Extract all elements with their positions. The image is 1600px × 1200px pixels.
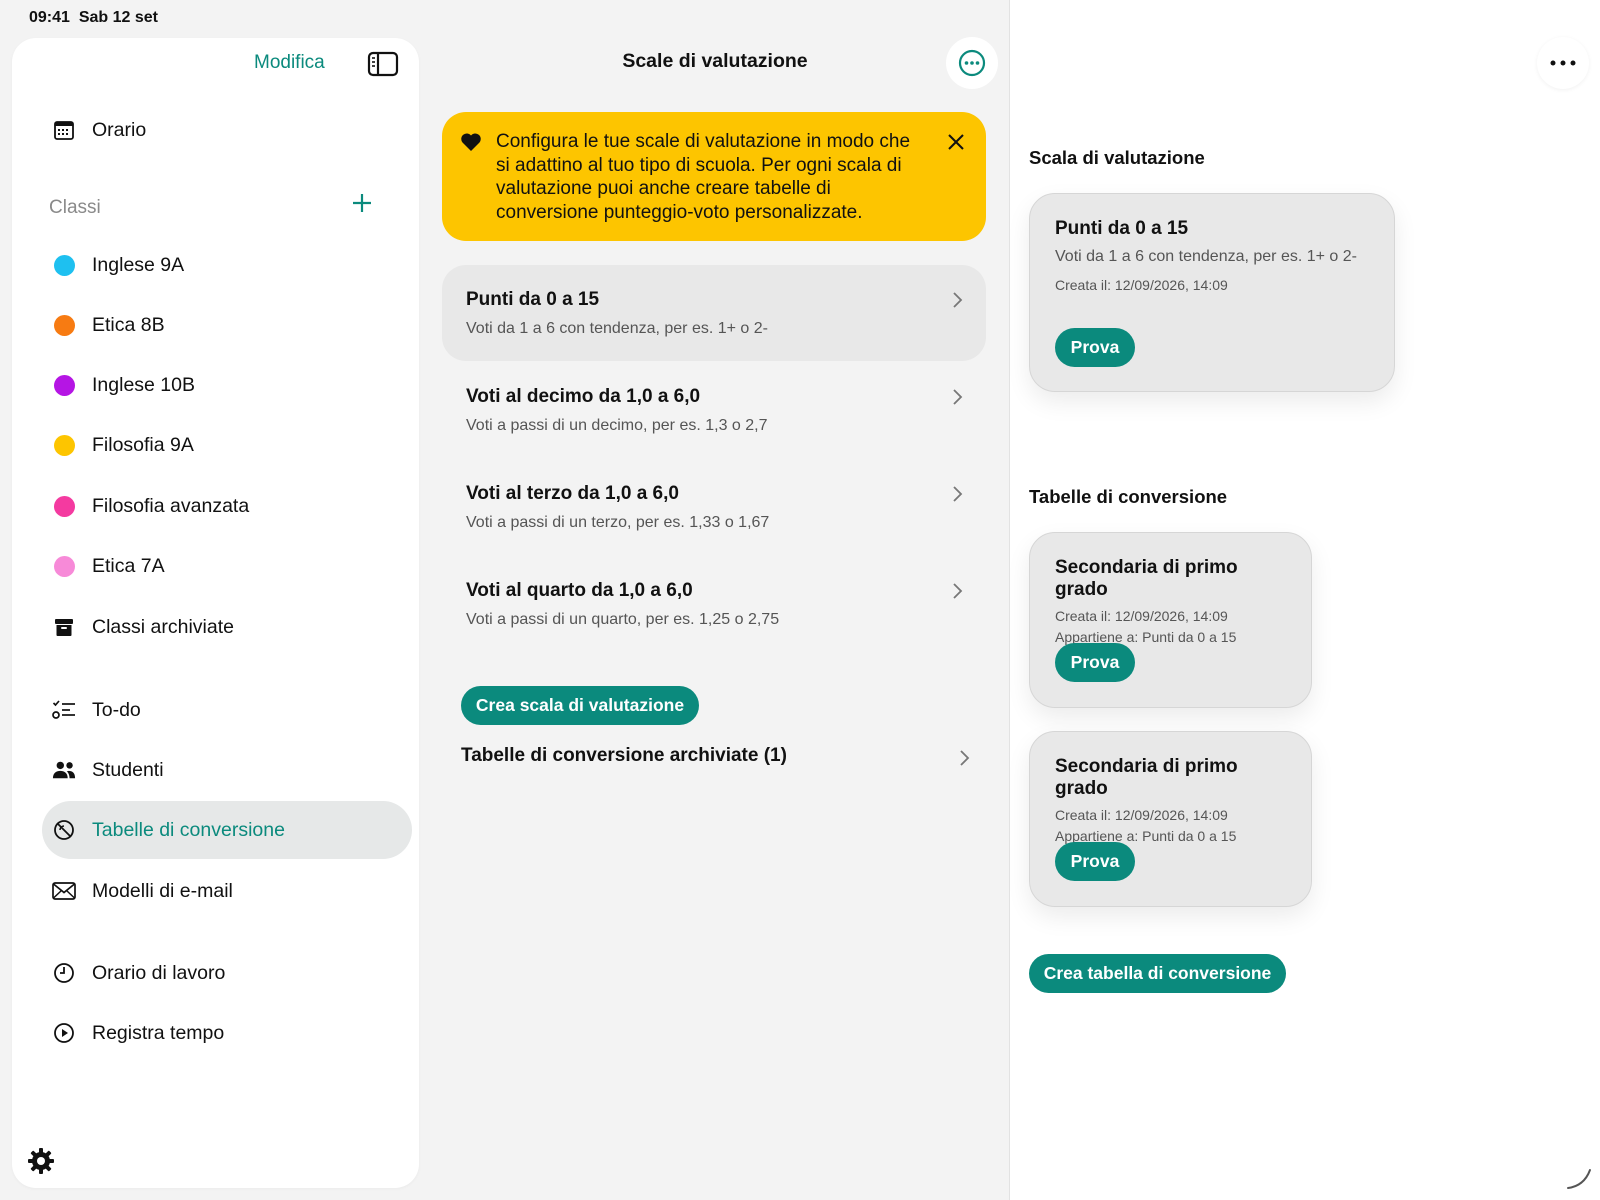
try-button[interactable]: Prova	[1055, 842, 1135, 881]
sidebar-item-class[interactable]: Filosofia avanzata	[42, 477, 412, 535]
chevron-right-icon	[953, 292, 963, 308]
chevron-right-icon	[953, 583, 963, 599]
resize-handle-icon[interactable]	[1564, 1162, 1594, 1192]
sidebar-item-label: Etica 7A	[92, 554, 165, 577]
card-created: Creata il: 12/09/2026, 14:09	[1055, 807, 1228, 823]
card-created: Creata il: 12/09/2026, 14:09	[1055, 608, 1228, 624]
class-color-dot	[54, 254, 75, 276]
card-created: Creata il: 12/09/2026, 14:09	[1055, 277, 1228, 293]
card-title: Secondaria di primo grado	[1055, 756, 1238, 799]
ellipsis-icon	[1550, 60, 1576, 66]
scale-section-header: Scala di valutazione	[1029, 147, 1205, 168]
people-icon	[52, 758, 76, 782]
scale-list-item[interactable]: Punti da 0 a 15 Voti da 1 a 6 con tenden…	[442, 265, 986, 361]
sidebar-item-class[interactable]: Etica 8B	[42, 296, 412, 354]
ellipsis-circle-icon	[958, 49, 986, 77]
checklist-icon	[52, 698, 76, 722]
more-options-button[interactable]	[946, 37, 998, 89]
sidebar-item-label: Studenti	[92, 758, 164, 781]
sidebar-item-email-templates[interactable]: Modelli di e-mail	[42, 862, 412, 920]
scale-subtitle: Voti a passi di un terzo, per es. 1,33 o…	[466, 514, 770, 531]
scale-title: Voti al terzo da 1,0 a 6,0	[466, 483, 679, 504]
sidebar-item-label: Inglese 10B	[92, 373, 195, 396]
classes-section-header: Classi	[49, 197, 101, 218]
card-title: Punti da 0 a 15	[1055, 218, 1189, 239]
scale-list-item[interactable]: Voti al terzo da 1,0 a 6,0 Voti a passi …	[442, 459, 986, 555]
class-color-dot	[54, 374, 75, 396]
sidebar-item-label: Filosofia 9A	[92, 433, 194, 456]
chevron-right-icon	[953, 486, 963, 502]
settings-gear-icon[interactable]	[26, 1146, 56, 1176]
card-title: Secondaria di primo grado	[1055, 557, 1238, 600]
pane-divider	[1009, 0, 1010, 1200]
class-color-dot	[54, 495, 75, 517]
add-class-icon[interactable]	[349, 190, 375, 216]
detail-more-button[interactable]	[1537, 37, 1589, 89]
sidebar-item-track-time[interactable]: Registra tempo	[42, 1004, 412, 1062]
banner-text: Configura le tue scale di valutazione in…	[496, 131, 911, 223]
class-color-dot	[54, 434, 75, 456]
close-icon[interactable]	[946, 132, 966, 152]
sidebar-item-work-hours[interactable]: Orario di lavoro	[42, 944, 412, 1002]
scale-title: Voti al decimo da 1,0 a 6,0	[466, 386, 701, 407]
sidebar-item-class[interactable]: Inglese 10B	[42, 356, 412, 414]
sidebar-item-class[interactable]: Inglese 9A	[42, 236, 412, 294]
no-symbol-icon	[52, 818, 76, 842]
play-circle-icon	[52, 1021, 76, 1045]
scale-subtitle: Voti a passi di un decimo, per es. 1,3 o…	[466, 417, 768, 434]
sidebar-item-label: Orario	[92, 118, 147, 141]
try-button[interactable]: Prova	[1055, 328, 1135, 367]
sidebar-item-todo[interactable]: To-do	[42, 681, 412, 739]
scale-list-item[interactable]: Voti al decimo da 1,0 a 6,0 Voti a passi…	[442, 362, 986, 458]
tables-section-header: Tabelle di conversione	[1029, 486, 1228, 507]
calendar-icon	[52, 118, 76, 142]
archived-tables-label: Tabelle di conversione archiviate (1)	[461, 745, 787, 766]
sidebar-item-schedule[interactable]: Orario	[42, 101, 412, 159]
sidebar-item-label: To-do	[92, 698, 141, 721]
scale-subtitle: Voti a passi di un quarto, per es. 1,25 …	[466, 611, 780, 628]
clock-icon	[52, 961, 76, 985]
scale-title: Voti al quarto da 1,0 a 6,0	[466, 580, 693, 601]
sidebar-item-label: Tabelle di conversione	[92, 818, 285, 841]
edit-button[interactable]: Modifica	[254, 52, 325, 74]
class-color-dot	[54, 555, 75, 577]
try-button[interactable]: Prova	[1055, 643, 1135, 682]
sidebar-item-label: Filosofia avanzata	[92, 494, 250, 517]
sidebar-item-label: Registra tempo	[92, 1021, 225, 1044]
conversion-table-card: Secondaria di primo grado Creata il: 12/…	[1029, 532, 1312, 708]
class-color-dot	[54, 314, 75, 336]
scale-detail-card: Punti da 0 a 15 Voti da 1 a 6 con tenden…	[1029, 193, 1395, 392]
sidebar-item-label: Etica 8B	[92, 313, 165, 336]
archive-box-icon	[52, 615, 76, 639]
envelope-icon	[52, 879, 76, 903]
status-time: 09:41 Sab 12 set	[29, 9, 158, 26]
chevron-right-icon	[953, 389, 963, 405]
create-scale-button[interactable]: Crea scala di valutazione	[461, 686, 699, 725]
sidebar-toggle-icon[interactable]	[367, 50, 399, 78]
sidebar-item-label: Modelli di e-mail	[92, 879, 233, 902]
sidebar-item-conversion-tables[interactable]: Tabelle di conversione	[42, 801, 412, 859]
sidebar-item-class[interactable]: Filosofia 9A	[42, 416, 412, 474]
scale-list-item[interactable]: Voti al quarto da 1,0 a 6,0 Voti a passi…	[442, 556, 986, 652]
sidebar-item-label: Classi archiviate	[92, 615, 234, 638]
archived-tables-link[interactable]: Tabelle di conversione archiviate (1)	[461, 745, 971, 767]
card-subtitle: Voti da 1 a 6 con tendenza, per es. 1+ o…	[1055, 248, 1357, 265]
sidebar-item-class[interactable]: Etica 7A	[42, 537, 412, 595]
sidebar-item-label: Orario di lavoro	[92, 961, 226, 984]
scale-title: Punti da 0 a 15	[466, 289, 600, 310]
conversion-table-card: Secondaria di primo grado Creata il: 12/…	[1029, 731, 1312, 907]
heart-icon	[461, 133, 481, 151]
sidebar: Modifica Orario Classi Inglese 9A Etica …	[12, 38, 419, 1188]
chevron-right-icon	[960, 750, 970, 766]
scale-subtitle: Voti da 1 a 6 con tendenza, per es. 1+ o…	[466, 320, 768, 337]
info-banner: Configura le tue scale di valutazione in…	[442, 112, 986, 241]
sidebar-item-label: Inglese 9A	[92, 253, 185, 276]
status-date: Sab 12 set	[78, 9, 158, 26]
page-title: Scale di valutazione	[622, 50, 808, 72]
create-table-button[interactable]: Crea tabella di conversione	[1029, 954, 1286, 993]
sidebar-item-students[interactable]: Studenti	[42, 741, 412, 799]
sidebar-item-archived-classes[interactable]: Classi archiviate	[42, 598, 412, 656]
